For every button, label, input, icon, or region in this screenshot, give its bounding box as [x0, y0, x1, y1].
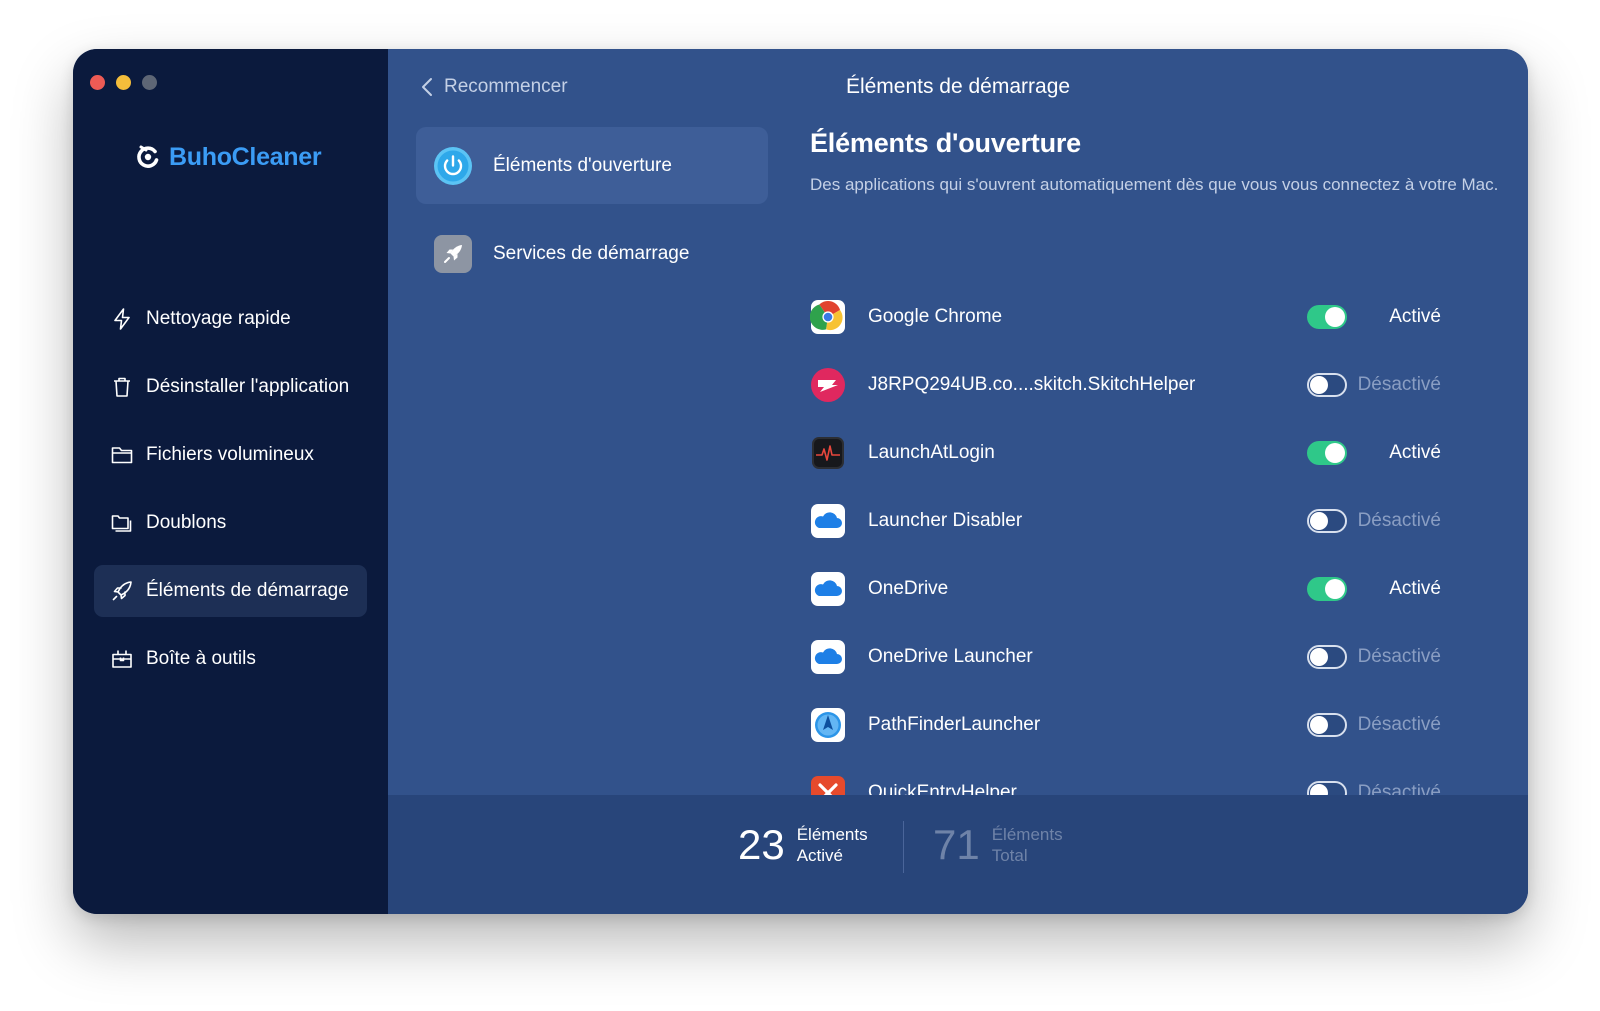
sidebar-item-label: Éléments de démarrage — [146, 580, 349, 601]
sidebar-item-label: Nettoyage rapide — [146, 308, 291, 329]
total-count-stat: 71 Éléments Total — [933, 817, 1063, 873]
skitch-icon — [811, 368, 845, 402]
list-item: LaunchAtLogin Activé — [810, 419, 1500, 487]
quickentry-icon — [811, 776, 845, 795]
summary-footer: 23 Éléments Activé 71 Éléments Total — [388, 795, 1528, 914]
status-label: Désactivé — [1357, 782, 1441, 795]
enabled-count-label: Éléments Activé — [797, 824, 868, 866]
sidebar-item-duplicates[interactable]: Doublons — [94, 497, 367, 549]
tab-launch-services[interactable]: Services de démarrage — [416, 215, 768, 292]
total-count-label: Éléments Total — [992, 824, 1063, 866]
category-tabs: Éléments d'ouverture Services de démarra… — [416, 127, 768, 303]
app-name: Launcher Disabler — [868, 510, 1023, 531]
page-title: Éléments de démarrage — [845, 75, 1071, 98]
onedrive-icon — [811, 640, 845, 674]
chrome-icon — [810, 300, 845, 334]
pathfinder-icon — [811, 708, 845, 742]
tab-label: Éléments d'ouverture — [493, 154, 672, 176]
toolbox-icon — [112, 650, 132, 668]
status-label: Désactivé — [1357, 714, 1441, 735]
list-item: J8RPQ294UB.co....skitch.SkitchHelper Dés… — [810, 351, 1500, 419]
app-name: LaunchAtLogin — [868, 442, 995, 463]
activity-monitor-icon — [812, 437, 844, 469]
app-name: PathFinderLauncher — [868, 714, 1041, 735]
total-count: 71 — [933, 821, 980, 868]
enabled-count-stat: 23 Éléments Activé — [738, 817, 868, 873]
enabled-label-line-1: Éléments — [796, 825, 868, 844]
app-name: QuickEntryHelper — [868, 782, 1017, 795]
zoom-window-button[interactable] — [142, 75, 157, 90]
bolt-icon — [114, 308, 130, 330]
main-panel: Recommencer Éléments de démarrage Élémen… — [388, 49, 1528, 914]
sidebar: BuhoCleaner Nettoyage rapide Désinstalle… — [73, 49, 388, 914]
content-header: Éléments d'ouverture Des applications qu… — [810, 125, 1500, 197]
onedrive-icon — [811, 504, 845, 538]
app-brand: BuhoCleaner — [135, 139, 322, 175]
power-icon — [434, 146, 472, 185]
total-label-line-1: Éléments — [991, 825, 1063, 844]
rocket-icon — [112, 581, 132, 601]
status-label: Désactivé — [1357, 374, 1441, 395]
sidebar-item-quick-clean[interactable]: Nettoyage rapide — [94, 293, 367, 345]
section-description: Des applications qui s'ouvrent automatiq… — [810, 175, 1499, 194]
tab-login-items[interactable]: Éléments d'ouverture — [416, 127, 768, 204]
list-item: OneDrive Launcher Désactivé — [810, 623, 1500, 691]
list-item: QuickEntryHelper Désactivé — [810, 759, 1500, 795]
total-label-line-2: Total — [991, 846, 1028, 865]
sidebar-item-label: Boîte à outils — [146, 648, 256, 669]
app-window: BuhoCleaner Nettoyage rapide Désinstalle… — [73, 49, 1528, 914]
status-label: Activé — [1389, 306, 1441, 327]
list-item: Launcher Disabler Désactivé — [810, 487, 1500, 555]
list-item: PathFinderLauncher Désactivé — [810, 691, 1500, 759]
sidebar-item-label: Fichiers volumineux — [146, 444, 314, 465]
list-item: Google Chrome Activé — [810, 283, 1500, 351]
rocket-badge-icon — [434, 234, 472, 273]
startup-items-list[interactable]: Google Chrome Activé J8RPQ294UB.co....sk… — [810, 283, 1500, 795]
sidebar-item-startup-items[interactable]: Éléments de démarrage — [94, 565, 367, 617]
sidebar-item-label: Doublons — [146, 512, 227, 533]
trash-icon — [114, 377, 130, 397]
onedrive-icon — [811, 572, 845, 606]
sidebar-item-toolbox[interactable]: Boîte à outils — [94, 633, 367, 685]
status-label: Désactivé — [1357, 646, 1441, 667]
sidebar-item-label: Désinstaller l'application — [146, 376, 350, 397]
sidebar-item-large-files[interactable]: Fichiers volumineux — [94, 429, 367, 481]
app-name: BuhoCleaner — [169, 142, 322, 171]
status-label: Désactivé — [1357, 510, 1441, 531]
app-name: OneDrive — [868, 578, 949, 599]
sidebar-nav: Nettoyage rapide Désinstaller l'applicat… — [94, 293, 367, 701]
enabled-label-line-2: Activé — [796, 846, 844, 865]
app-name: J8RPQ294UB.co....skitch.SkitchHelper — [868, 374, 1196, 395]
status-label: Activé — [1389, 578, 1441, 599]
folder-icon — [111, 447, 133, 464]
status-label: Activé — [1389, 442, 1441, 463]
tab-label: Services de démarrage — [493, 242, 690, 264]
close-window-button[interactable] — [90, 75, 105, 90]
duplicate-folder-icon — [111, 515, 132, 532]
stat-divider — [903, 821, 904, 873]
minimize-window-button[interactable] — [116, 75, 131, 90]
sidebar-item-uninstall[interactable]: Désinstaller l'application — [94, 361, 367, 413]
enabled-count: 23 — [738, 821, 785, 868]
buhocleaner-logo-icon — [137, 145, 159, 168]
section-title: Éléments d'ouverture — [810, 128, 1081, 158]
app-name: Google Chrome — [868, 306, 1003, 327]
list-item: OneDrive Activé — [810, 555, 1500, 623]
app-name: OneDrive Launcher — [868, 646, 1033, 667]
